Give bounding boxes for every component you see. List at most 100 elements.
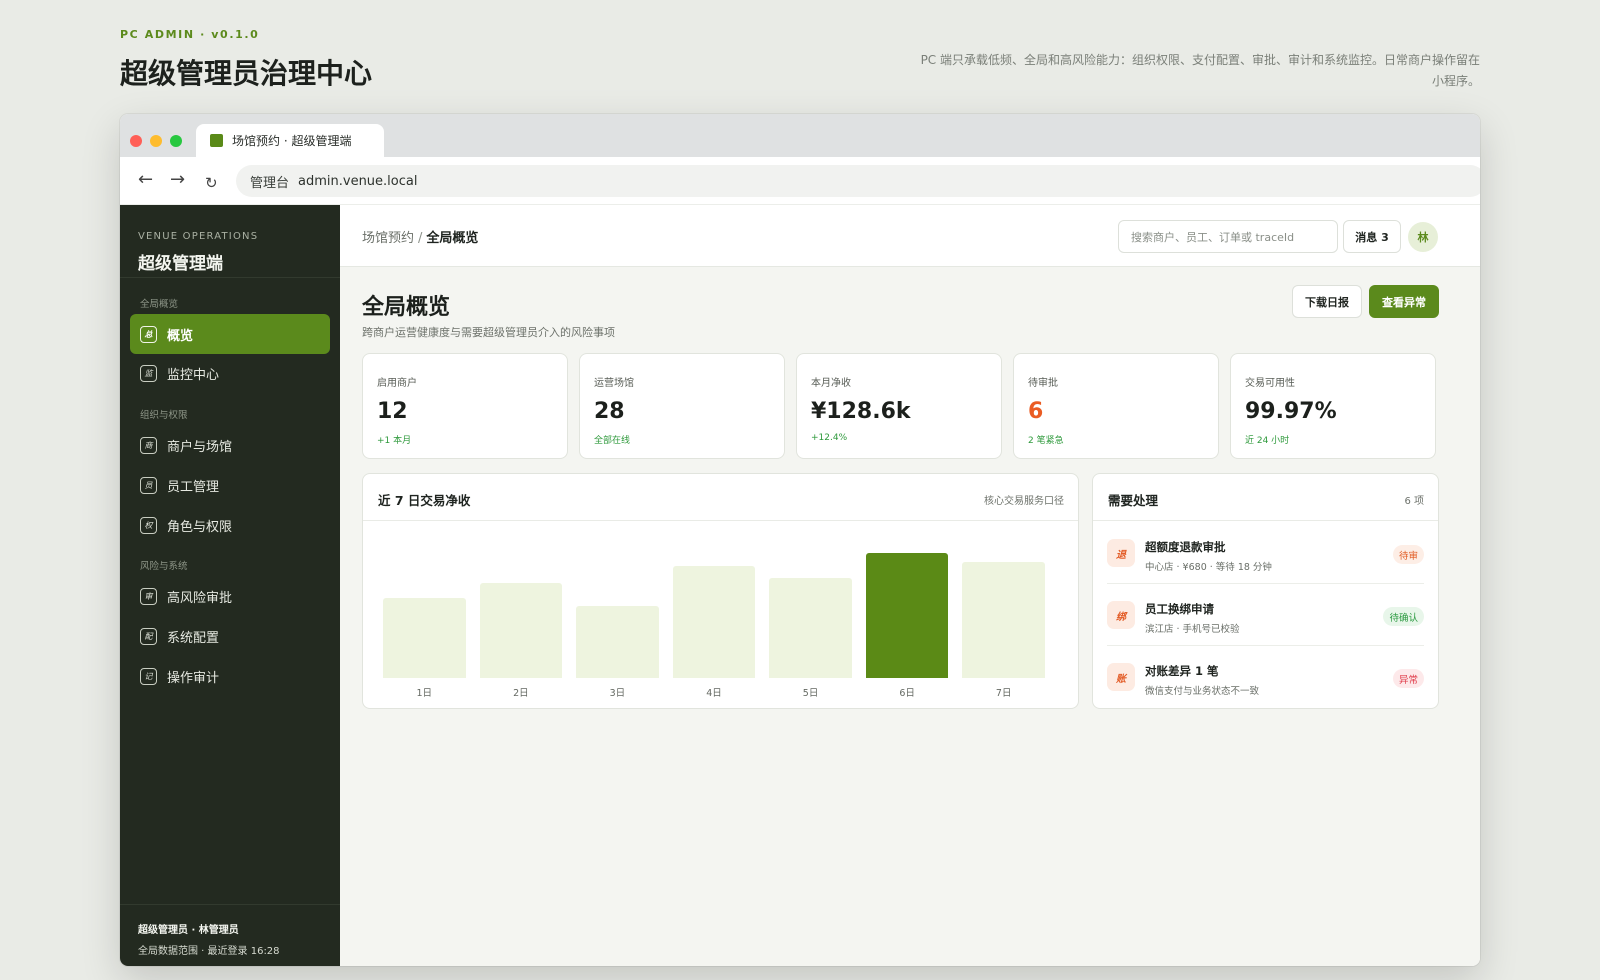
avatar[interactable]: 林 [1408,222,1438,252]
minimize-window-dot[interactable] [150,135,162,147]
chart-x-label: 2日 [513,688,529,699]
sidebar-item-label: 角色与权限 [167,519,233,535]
favicon-icon [210,134,223,147]
close-window-dot[interactable] [130,135,142,147]
chart-bar[interactable] [769,578,852,678]
config-icon: 配 [140,627,157,645]
chart-bar[interactable] [383,598,466,678]
sidebar-divider [120,277,340,278]
chart-bar[interactable] [865,553,949,678]
sidebar-group-risk: 风险与系统 [140,561,188,572]
stat-label: 本月净收 [811,378,851,389]
session-meta: 全局数据范围 · 最近登录 16:28 [138,946,280,957]
status-badge[interactable]: 异常 [1392,669,1424,688]
breadcrumb-separator: / [418,231,423,246]
section-title: 全局概览 [362,295,451,320]
maximize-window-dot[interactable] [170,135,182,147]
stat-card-availability[interactable]: 交易可用性 99.97% 近 24 小时 [1230,353,1436,459]
refund-icon: 退 [1107,539,1135,567]
panel-header: 近 7 日交易净收 核心交易服务口径 [363,474,1078,521]
sidebar-item-staff[interactable]: 员 员工管理 [130,465,330,505]
download-report-button[interactable]: 下载日报 [1292,285,1362,318]
todo-title: 需要处理 [1108,493,1159,508]
stat-value: 12 [377,399,408,424]
stat-card-pending[interactable]: 待审批 6 2 笔紧急 [1013,353,1219,459]
sidebar-item-label: 概览 [167,328,194,344]
todo-item[interactable]: 绑 员工换绑申请 滨江店 · 手机号已校验 待确认 [1107,584,1424,646]
chart-bar[interactable] [576,605,659,678]
permission-icon: 权 [140,516,157,534]
status-badge[interactable]: 待确认 [1383,607,1424,626]
chart-x-label: 4日 [706,688,722,699]
section-subtitle: 跨商户运营健康度与需要超级管理员介入的风险事项 [362,326,615,339]
stat-note: +12.4% [811,433,848,443]
binding-icon: 绑 [1107,601,1135,629]
sidebar-item-monitoring[interactable]: 监 监控中心 [130,353,330,393]
url-prefix: 管理台 [250,175,290,191]
todo-item[interactable]: 退 超额度退款审批 中心店 · ¥680 · 等待 18 分钟 待审 [1107,522,1424,584]
breadcrumb: 场馆预约 / 全局概览 [362,227,478,246]
page-kicker: PC ADMIN · v0.1.0 [120,28,260,41]
sidebar-item-audit[interactable]: 记 操作审计 [130,656,330,696]
stat-note: 近 24 小时 [1245,436,1290,446]
browser-window: 场馆预约 · 超级管理端 ← → ↻ 管理台 admin.venue.local… [120,114,1480,966]
panel-header: 需要处理 6 项 [1093,474,1438,521]
stat-card-revenue[interactable]: 本月净收 ¥128.6k +12.4% [796,353,1002,459]
breadcrumb-parent[interactable]: 场馆预约 [362,231,414,246]
chart-x-label: 1日 [416,688,433,699]
audit-log-icon: 记 [140,667,157,685]
sidebar-item-approvals[interactable]: 审 高风险审批 [130,576,330,616]
stat-label: 启用商户 [377,378,417,389]
stat-card-venues[interactable]: 运营场馆 28 全部在线 [579,353,785,459]
stat-label: 运营场馆 [594,378,634,389]
messages-button[interactable]: 消息 3 [1343,220,1401,253]
sidebar-item-overview[interactable]: 总 概览 [130,314,330,354]
revenue-chart-panel: 近 7 日交易净收 核心交易服务口径 1日 2日 3日 4日 5日 6日 7日 [362,473,1079,709]
sidebar: VENUE OPERATIONS 超级管理端 全局概览 总 概览 监 监控中心 … [120,205,340,966]
todo-item[interactable]: 账 对账差异 1 笔 微信支付与业务状态不一致 异常 [1107,646,1424,708]
sidebar-item-label: 商户与场馆 [167,439,233,455]
sidebar-item-label: 系统配置 [167,630,220,646]
todo-item-detail: 滨江店 · 手机号已校验 [1145,624,1240,635]
sidebar-item-label: 高风险审批 [167,590,233,606]
monitor-icon: 监 [140,364,157,382]
chart-bar[interactable] [479,583,563,678]
stat-card-merchants[interactable]: 启用商户 12 +1 本月 [362,353,568,459]
sidebar-item-label: 操作审计 [167,670,220,686]
page-title: 超级管理员治理中心 [120,57,373,90]
sidebar-item-merchants[interactable]: 商 商户与场馆 [130,425,330,465]
sidebar-item-roles[interactable]: 权 角色与权限 [130,505,330,545]
app-shell: VENUE OPERATIONS 超级管理端 全局概览 总 概览 监 监控中心 … [120,205,1480,966]
back-arrow-icon[interactable]: ← [138,169,153,191]
main-content: 场馆预约 / 全局概览 搜索商户、员工、订单或 traceId 消息 3 林 全局概… [340,205,1480,966]
browser-tab[interactable]: 场馆预约 · 超级管理端 [196,124,384,157]
topbar: 场馆预约 / 全局概览 搜索商户、员工、订单或 traceId 消息 3 林 [340,205,1480,267]
address-bar: ← → ↻ 管理台 admin.venue.local [120,157,1480,205]
reload-icon[interactable]: ↻ [205,172,218,194]
chart-x-label: 6日 [899,688,915,699]
status-badge[interactable]: 待审 [1392,545,1424,564]
stat-value: 6 [1028,399,1044,424]
staff-icon: 员 [140,476,157,494]
url-text: admin.venue.local [298,173,418,189]
url-field[interactable]: 管理台 admin.venue.local [236,165,1480,197]
chart-caption: 核心交易服务口径 [984,496,1064,507]
chart-bar[interactable] [962,561,1045,678]
todo-count: 6 项 [1404,496,1424,507]
sidebar-item-config[interactable]: 配 系统配置 [130,616,330,656]
chart-x-label: 5日 [802,688,819,699]
stat-label: 待审批 [1028,378,1058,389]
view-anomalies-button[interactable]: 查看异常 [1369,285,1439,318]
chart-bar[interactable] [672,565,756,678]
stat-label: 交易可用性 [1245,378,1295,389]
sidebar-item-label: 监控中心 [167,367,220,383]
browser-tab-title: 场馆预约 · 超级管理端 [232,134,352,148]
search-input[interactable]: 搜索商户、员工、订单或 traceId [1118,220,1338,253]
sidebar-item-label: 员工管理 [167,479,220,495]
chart-x-label: 7日 [995,688,1012,699]
todo-panel: 需要处理 6 项 退 超额度退款审批 中心店 · ¥680 · 等待 18 分钟… [1092,473,1439,709]
forward-arrow-icon[interactable]: → [170,169,185,191]
todo-item-detail: 中心店 · ¥680 · 等待 18 分钟 [1145,562,1272,573]
sidebar-group-org: 组织与权限 [140,410,188,421]
bar-chart: 1日 2日 3日 4日 5日 6日 7日 [363,522,1078,708]
